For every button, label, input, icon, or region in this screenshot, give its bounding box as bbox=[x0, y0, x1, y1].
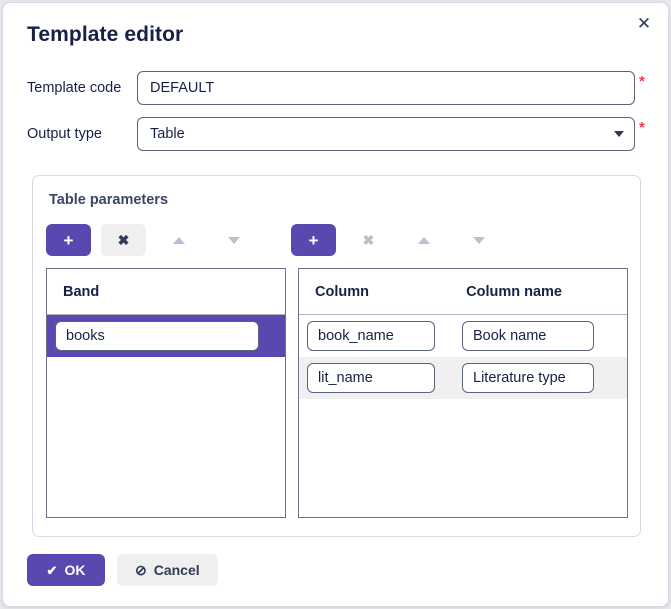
table-cell bbox=[462, 321, 627, 351]
move-band-up-button[interactable] bbox=[156, 224, 201, 256]
close-icon: ✖ bbox=[117, 232, 130, 248]
table-row[interactable] bbox=[299, 315, 627, 357]
arrow-up-icon bbox=[172, 236, 185, 244]
ban-icon: ⊘ bbox=[135, 562, 147, 578]
template-editor-dialog: ✕ Template editor Template code * Output… bbox=[2, 2, 669, 607]
cell-input[interactable] bbox=[307, 363, 435, 393]
output-type-select[interactable] bbox=[137, 117, 635, 151]
column-grid-body bbox=[299, 315, 627, 399]
column-grid: Column Column name bbox=[298, 268, 628, 518]
dialog-footer: ✔ OK ⊘ Cancel bbox=[27, 554, 230, 586]
table-cell bbox=[462, 363, 627, 393]
band-grid-body bbox=[47, 315, 285, 357]
ok-button-label: OK bbox=[64, 562, 86, 578]
output-type-row: Output type * bbox=[27, 117, 645, 151]
band-grid: Band bbox=[46, 268, 286, 518]
table-parameters-panel: Table parameters +✖ +✖ Band ColumnColumn… bbox=[32, 175, 641, 537]
check-icon: ✔ bbox=[46, 562, 58, 578]
page-title: Template editor bbox=[27, 23, 184, 46]
template-code-input[interactable] bbox=[137, 71, 635, 105]
template-code-row: Template code * bbox=[27, 71, 645, 105]
band-toolbar: + ✖ bbox=[46, 224, 266, 256]
remove-column-button[interactable]: ✖ bbox=[346, 224, 391, 256]
cell-input[interactable] bbox=[307, 321, 435, 351]
arrow-up-icon bbox=[417, 236, 430, 244]
template-code-required-marker: * bbox=[639, 73, 645, 90]
output-type-required-marker: * bbox=[639, 119, 645, 136]
close-icon: ✖ bbox=[362, 232, 375, 248]
add-column-button[interactable]: + bbox=[291, 224, 336, 256]
remove-band-button[interactable]: ✖ bbox=[101, 224, 146, 256]
band-grid-header: Band bbox=[47, 269, 285, 315]
output-type-value[interactable] bbox=[137, 117, 635, 151]
plus-icon: + bbox=[63, 230, 74, 250]
cancel-button[interactable]: ⊘ Cancel bbox=[117, 554, 218, 586]
arrow-down-icon bbox=[472, 236, 485, 244]
column-toolbar: + ✖ bbox=[291, 224, 511, 256]
template-code-label: Template code bbox=[27, 80, 122, 96]
cell-input[interactable] bbox=[55, 321, 259, 351]
table-cell bbox=[307, 363, 462, 393]
plus-icon: + bbox=[308, 230, 319, 250]
move-column-down-button[interactable] bbox=[456, 224, 501, 256]
table-row[interactable] bbox=[299, 357, 627, 399]
ok-button[interactable]: ✔ OK bbox=[27, 554, 105, 586]
column-header: Column bbox=[315, 283, 369, 300]
column-header: Column name bbox=[466, 283, 562, 300]
cancel-button-label: Cancel bbox=[153, 562, 200, 578]
output-type-label: Output type bbox=[27, 126, 102, 142]
cell-input[interactable] bbox=[462, 321, 594, 351]
move-column-up-button[interactable] bbox=[401, 224, 446, 256]
table-cell bbox=[47, 321, 259, 351]
column-header: Band bbox=[63, 283, 100, 300]
arrow-down-icon bbox=[227, 236, 240, 244]
move-band-down-button[interactable] bbox=[211, 224, 256, 256]
table-parameters-legend: Table parameters bbox=[49, 192, 169, 208]
table-row[interactable] bbox=[47, 315, 285, 357]
column-grid-header: Column Column name bbox=[299, 269, 627, 315]
add-band-button[interactable]: + bbox=[46, 224, 91, 256]
table-cell bbox=[307, 321, 462, 351]
close-icon[interactable]: ✕ bbox=[630, 9, 658, 37]
cell-input[interactable] bbox=[462, 363, 594, 393]
